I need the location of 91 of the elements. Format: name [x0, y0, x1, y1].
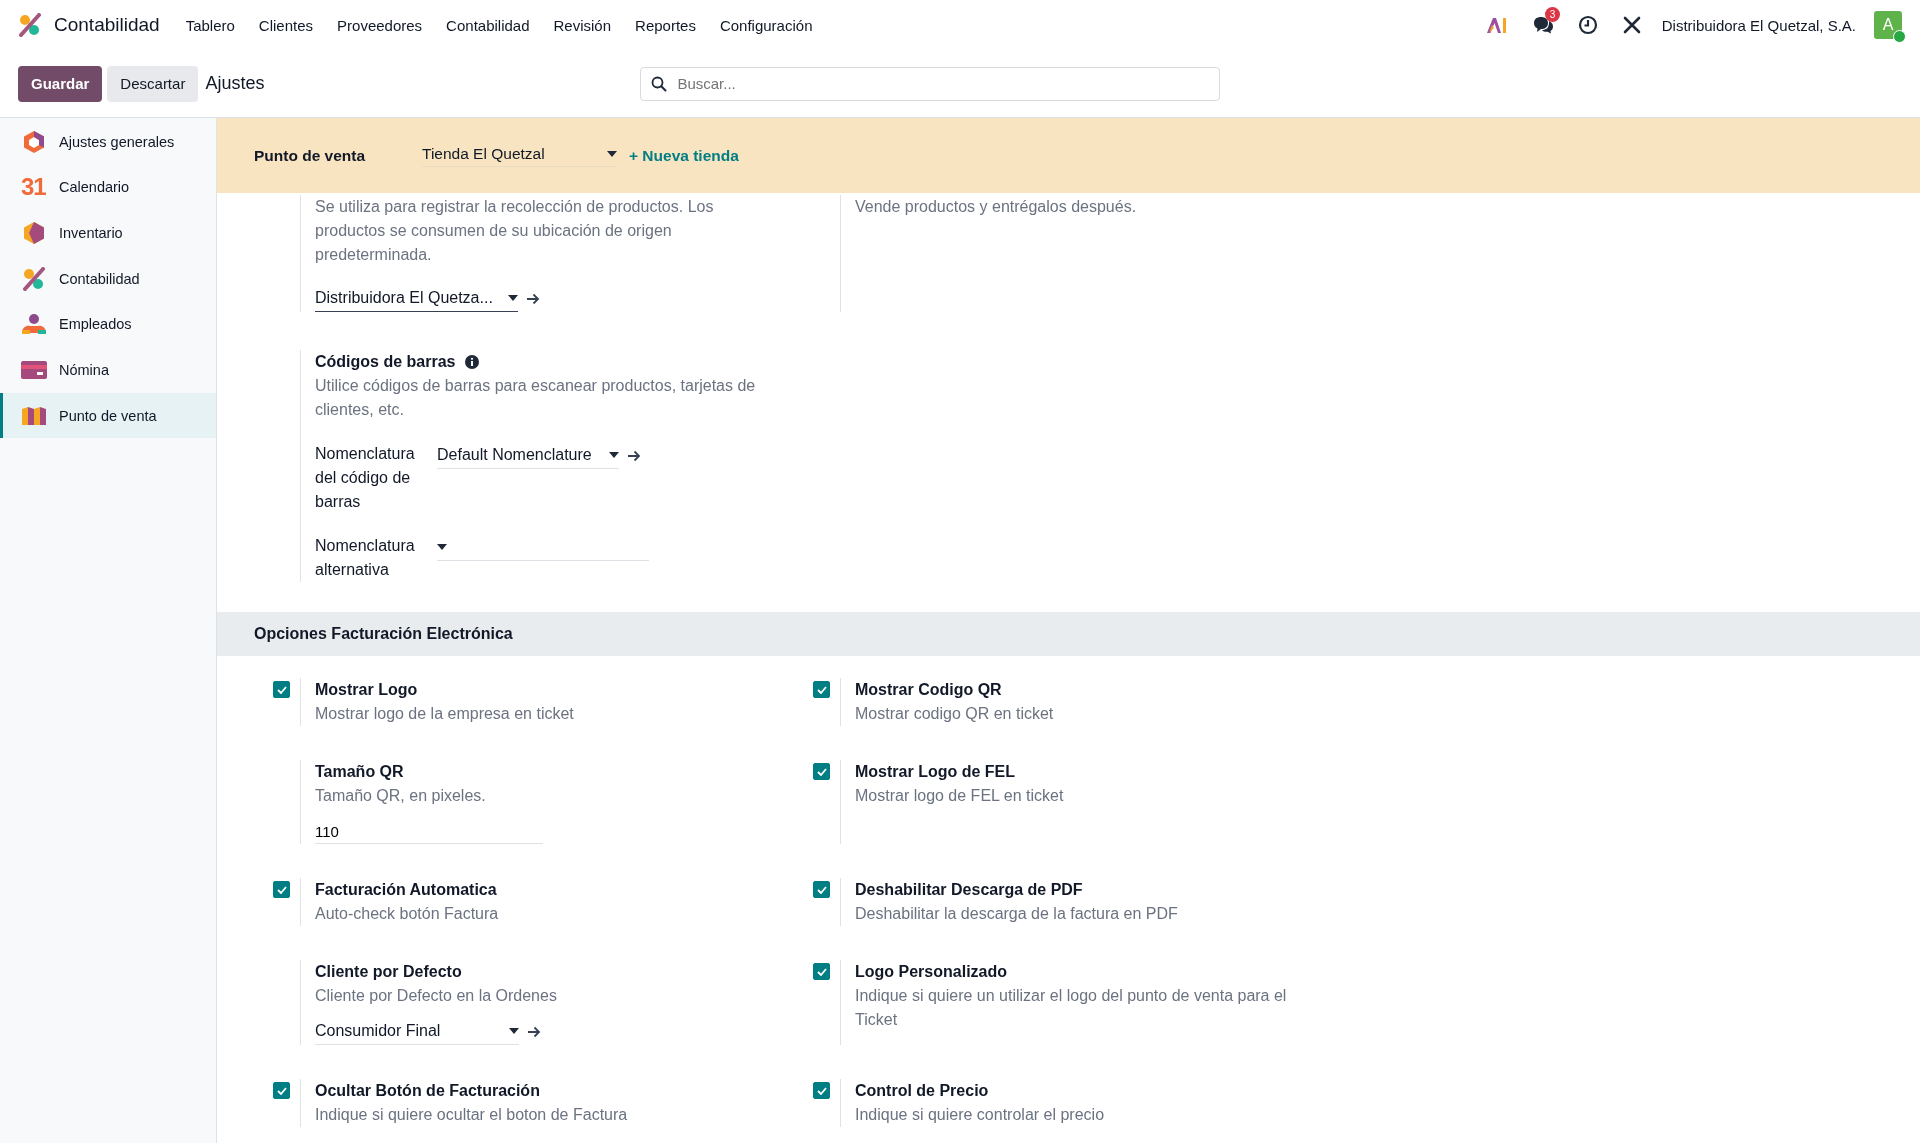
- sidebar-item[interactable]: Contabilidad: [0, 256, 216, 302]
- setting-title: Mostrar Codigo QR: [855, 680, 1003, 700]
- sidebar-item[interactable]: Punto de venta: [0, 393, 216, 439]
- setting-description: Vende productos y entrégalos después.: [855, 197, 1138, 217]
- settings-bar-title: Punto de venta: [254, 146, 367, 165]
- checkbox[interactable]: [273, 681, 290, 698]
- customer-select[interactable]: Consumidor Final: [315, 1018, 519, 1045]
- discard-button[interactable]: Descartar: [107, 65, 199, 102]
- checkbox[interactable]: [273, 881, 290, 898]
- setting-title: Ocultar Botón de Facturación: [315, 1081, 541, 1101]
- setting-title: Tamaño QR: [315, 762, 405, 782]
- setting-description: Mostrar codigo QR en ticket: [855, 704, 1055, 724]
- setting-title: Mostrar Logo de FEL: [855, 762, 1016, 782]
- setting-title: Logo Personalizado: [855, 962, 1008, 982]
- setting-description: Tamaño QR, en pixeles.: [315, 786, 487, 806]
- save-button[interactable]: Guardar: [18, 65, 103, 102]
- menu-item[interactable]: Configuración: [719, 16, 813, 34]
- checkbox[interactable]: [813, 1082, 830, 1099]
- setting-description: Utilice códigos de barras para escanear productos, tarjetas de clientes, etc.: [315, 376, 757, 420]
- caret-icon: [437, 544, 447, 550]
- chat-icon[interactable]: [1531, 16, 1554, 34]
- new-store-link[interactable]: + Nueva tienda: [629, 146, 739, 165]
- check-icon: [276, 1086, 287, 1095]
- breadcrumb-title: Ajustes: [205, 73, 266, 94]
- setting-description: Se utiliza para registrar la recolección de productos. Los productos se consumen de su ubicación de origen predeterminada.: [315, 197, 715, 265]
- setting-description: Cliente por Defecto en la Ordenes: [315, 986, 558, 1006]
- caret-icon: [609, 452, 619, 458]
- checkbox[interactable]: [273, 1082, 290, 1099]
- accounting-icon: [21, 266, 47, 291]
- ai-icon[interactable]: [1485, 16, 1508, 34]
- setting-title: Códigos de barras: [315, 352, 456, 372]
- check-icon: [816, 685, 827, 694]
- info-icon[interactable]: [465, 355, 480, 369]
- sidebar-item[interactable]: Nómina: [0, 347, 216, 393]
- menu-item[interactable]: Clientes: [258, 16, 314, 34]
- sidebar-item[interactable]: Empleados: [0, 301, 216, 347]
- store-select[interactable]: Tienda El Quetzal: [422, 144, 617, 167]
- sidebar-item[interactable]: Inventario: [0, 210, 216, 256]
- app-name[interactable]: Contabilidad: [54, 14, 160, 36]
- setting-title: Deshabilitar Descarga de PDF: [855, 880, 1084, 900]
- setting-description: Indique si quiere controlar el precio: [855, 1105, 1106, 1125]
- people-icon: [21, 313, 47, 336]
- field-label: Nomenclatura alternativa: [315, 536, 416, 580]
- setting-title: Mostrar Logo: [315, 680, 419, 700]
- arrow-right-icon[interactable]: [526, 292, 540, 305]
- calendar-icon: 31: [21, 175, 47, 200]
- location-select[interactable]: Distribuidora El Quetza...: [315, 285, 518, 312]
- sidebar-item[interactable]: 31 Calendario: [0, 164, 216, 210]
- setting-description: Deshabilitar la descarga de la factura en PDF: [855, 904, 1179, 924]
- setting-title: Cliente por Defecto: [315, 962, 463, 982]
- check-icon: [276, 685, 287, 694]
- check-icon: [816, 767, 827, 776]
- shop-awning-icon: [21, 405, 47, 426]
- menu-item[interactable]: Proveedores: [337, 16, 423, 34]
- checkbox[interactable]: [813, 963, 830, 980]
- setting-title: Control de Precio: [855, 1081, 990, 1101]
- checkbox[interactable]: [813, 763, 830, 780]
- clock-icon[interactable]: [1577, 15, 1598, 35]
- menu-item[interactable]: Contabilidad: [446, 16, 530, 34]
- box-icon: [21, 220, 47, 245]
- setting-title: Facturación Automatica: [315, 880, 498, 900]
- check-icon: [816, 967, 827, 976]
- checkbox[interactable]: [813, 681, 830, 698]
- caret-icon: [509, 1028, 519, 1034]
- caret-icon: [508, 295, 518, 301]
- section-title: Opciones Facturación Electrónica: [254, 625, 513, 643]
- message-count-badge: 3: [1544, 7, 1561, 22]
- check-icon: [816, 885, 827, 894]
- menu-item[interactable]: Revisión: [553, 16, 612, 34]
- setting-description: Mostrar logo de la empresa en ticket: [315, 704, 575, 724]
- caret-icon: [607, 150, 617, 157]
- checkbox[interactable]: [813, 881, 830, 898]
- search-field[interactable]: Buscar...: [640, 66, 1221, 101]
- payslip-icon: [21, 360, 47, 379]
- company-name[interactable]: Distribuidora El Quetzal, S.A.: [1661, 16, 1856, 34]
- setting-description: Indique si quiere un utilizar el logo del punto de venta para el Ticket: [855, 986, 1288, 1030]
- nomenclature-select[interactable]: Default Nomenclature: [437, 442, 619, 469]
- check-icon: [276, 885, 287, 894]
- menu-item[interactable]: Tablero: [185, 16, 235, 34]
- check-icon: [816, 1086, 827, 1095]
- search-icon: [651, 75, 668, 92]
- sidebar-item[interactable]: Ajustes generales: [0, 119, 216, 164]
- arrow-right-icon[interactable]: [627, 449, 641, 462]
- hexagon-icon: [21, 129, 47, 154]
- setting-description: Indique si quiere ocultar el boton de Factura: [315, 1105, 629, 1125]
- setting-description: Auto-check botón Factura: [315, 904, 500, 924]
- setting-description: Mostrar logo de FEL en ticket: [855, 786, 1065, 806]
- menu-item[interactable]: Reportes: [635, 16, 696, 34]
- arrow-right-icon[interactable]: [527, 1025, 541, 1038]
- app-logo-icon[interactable]: [18, 13, 42, 37]
- field-label: Nomenclatura del código de barras: [315, 444, 416, 512]
